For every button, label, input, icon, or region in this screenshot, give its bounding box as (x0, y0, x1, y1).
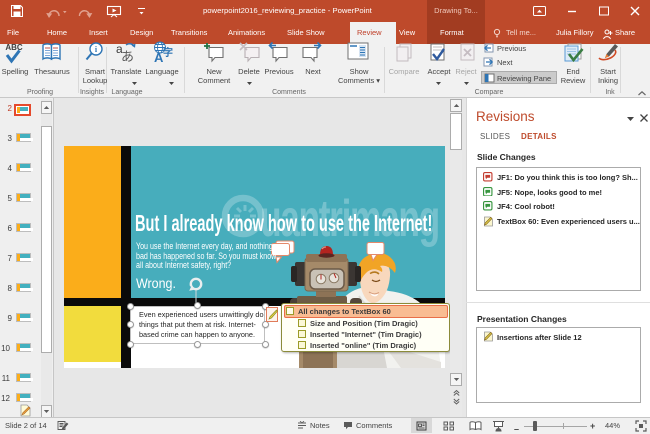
svg-text:ABC: ABC (5, 43, 23, 52)
svg-text:あ: あ (121, 49, 134, 63)
svg-text:字: 字 (163, 46, 173, 59)
